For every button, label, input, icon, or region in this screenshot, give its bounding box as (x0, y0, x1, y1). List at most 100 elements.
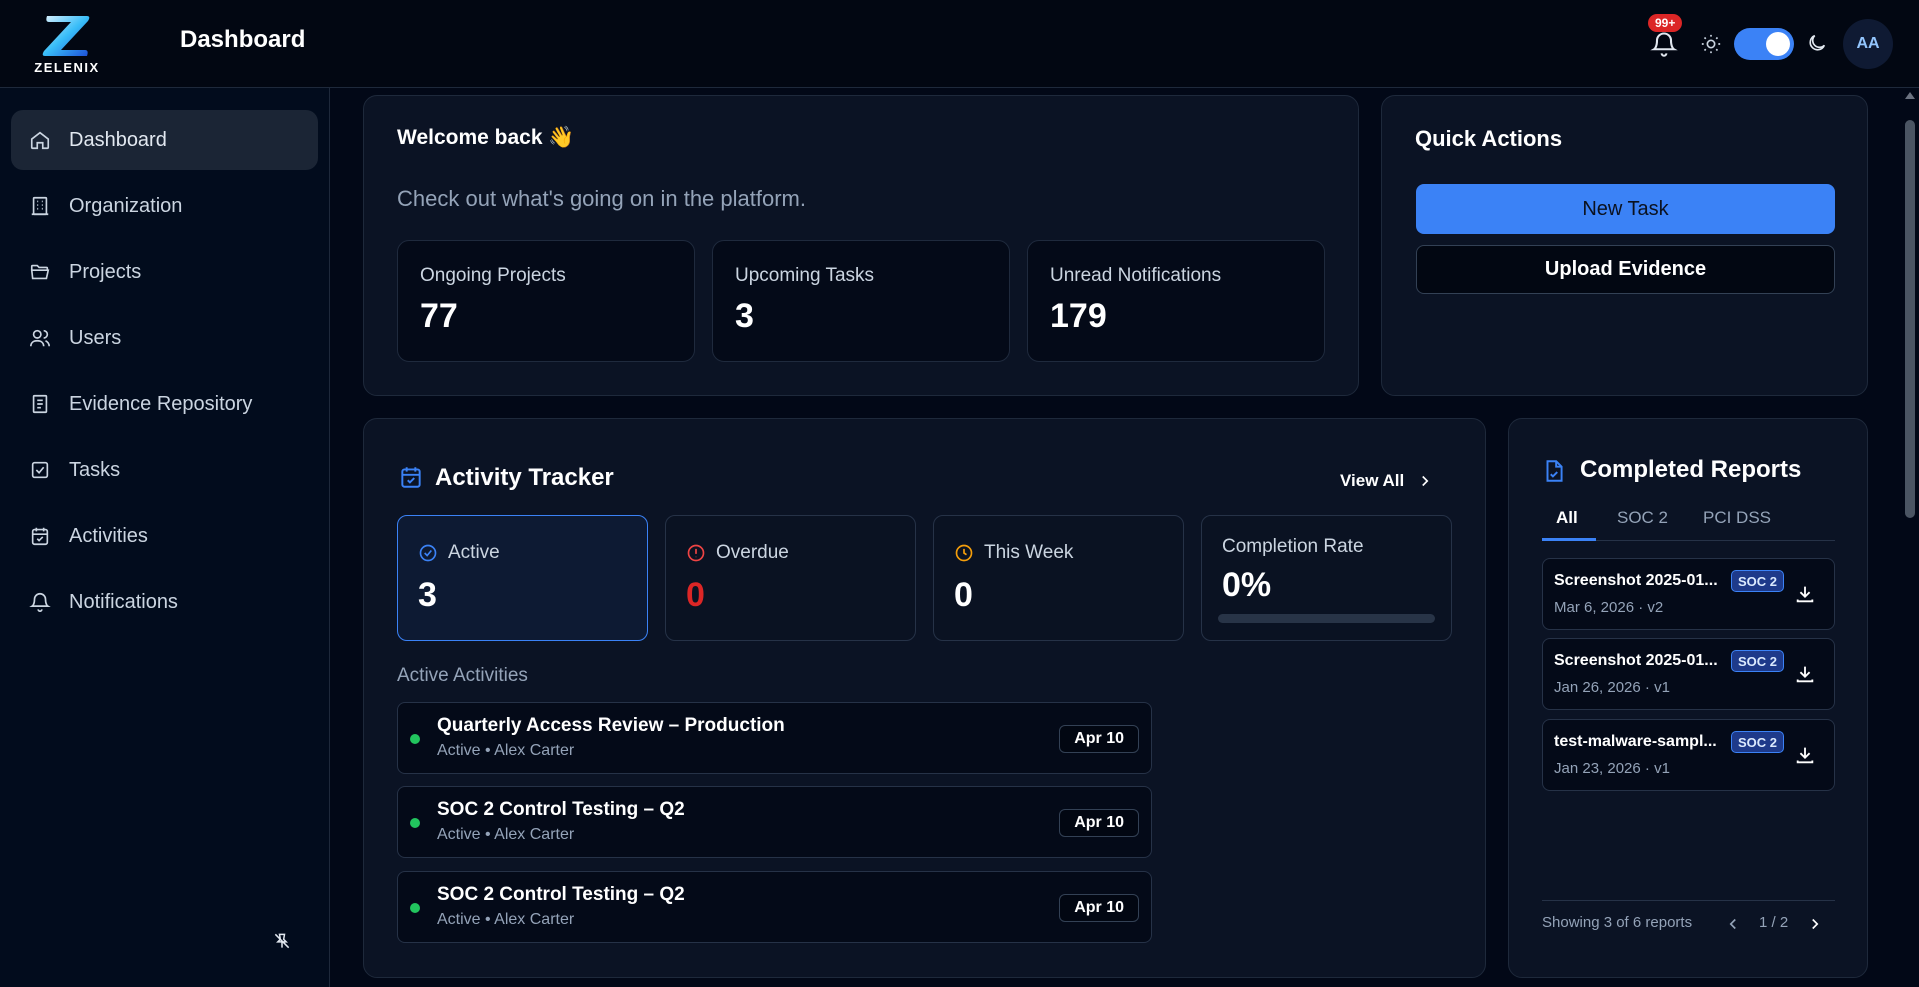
activity-stat-active[interactable]: Active 3 (397, 515, 648, 641)
act-stat-label: This Week (954, 542, 1073, 564)
act-stat-label-text: Overdue (716, 542, 789, 563)
activity-title: Quarterly Access Review – Production (437, 715, 785, 736)
report-title: Screenshot 2025-01... (1554, 652, 1718, 669)
stat-card-upcoming-tasks[interactable]: Upcoming Tasks 3 (712, 240, 1010, 362)
stat-value: 179 (1050, 297, 1107, 335)
file-text-icon (32, 394, 48, 414)
report-item[interactable]: Screenshot 2025-01... Jan 26, 2026 · v1 … (1542, 638, 1835, 710)
act-stat-label-text: Completion Rate (1222, 536, 1364, 557)
sidebar-item-label: Notifications (69, 590, 178, 613)
activity-date-badge: Apr 10 (1059, 809, 1139, 837)
activity-subtitle: Active • Alex Carter (437, 911, 575, 928)
sidebar-item-tasks[interactable]: Tasks (11, 440, 318, 500)
report-item[interactable]: test-malware-sampl... Jan 23, 2026 · v1 … (1542, 719, 1835, 791)
framework-badge: SOC 2 (1731, 731, 1785, 753)
act-stat-label-text: This Week (984, 542, 1074, 563)
page-title: Dashboard (180, 26, 306, 53)
notifications-bell-icon[interactable] (1650, 30, 1678, 58)
completion-progress-bar (1218, 614, 1435, 623)
report-meta: Jan 26, 2026 · v1 (1554, 679, 1670, 696)
activity-row[interactable]: Quarterly Access Review – Production Act… (397, 702, 1152, 774)
stat-card-ongoing-projects[interactable]: Ongoing Projects 77 (397, 240, 695, 362)
welcome-subtitle: Check out what's going on in the platfor… (397, 186, 806, 211)
calendar-check-icon (31, 527, 49, 546)
activity-row[interactable]: SOC 2 Control Testing – Q2 Active • Alex… (397, 871, 1152, 943)
activity-subtitle: Active • Alex Carter (437, 742, 575, 759)
act-stat-value: 3 (418, 576, 437, 614)
download-icon[interactable] (1794, 583, 1816, 605)
welcome-card: Welcome back 👋 Check out what's going on… (363, 95, 1359, 396)
activity-title: SOC 2 Control Testing – Q2 (437, 799, 685, 820)
act-stat-label-text: Active (448, 542, 500, 563)
stat-label: Upcoming Tasks (735, 265, 875, 286)
check-circle-icon (419, 544, 437, 562)
sidebar-item-users[interactable]: Users (11, 308, 318, 368)
sun-icon (1701, 34, 1721, 54)
sidebar-item-label: Evidence Repository (69, 392, 253, 415)
pagination-divider (1542, 900, 1835, 901)
tab-soc-2[interactable]: SOC 2 (1617, 508, 1668, 528)
bell-icon (29, 593, 51, 612)
logo-text: ZELENIX (34, 60, 100, 75)
scroll-up-arrow[interactable] (1905, 92, 1915, 99)
activity-stat-overdue[interactable]: Overdue 0 (665, 515, 916, 641)
tab-pci-dss[interactable]: PCI DSS (1703, 508, 1771, 528)
users-icon (30, 329, 50, 347)
report-meta: Mar 6, 2026 · v2 (1554, 599, 1664, 616)
sidebar-item-label: Activities (69, 524, 148, 547)
framework-badge: SOC 2 (1731, 570, 1785, 592)
completed-reports-title: Completed Reports (1580, 456, 1802, 483)
view-all-link[interactable]: View All (1340, 471, 1434, 491)
report-item[interactable]: Screenshot 2025-01... Mar 6, 2026 · v2 S… (1542, 558, 1835, 630)
scrollbar-thumb[interactable] (1905, 120, 1915, 518)
active-activities-label: Active Activities (397, 665, 528, 686)
stat-value: 77 (420, 297, 458, 335)
clock-icon (955, 544, 973, 562)
activity-subtitle: Active • Alex Carter (437, 826, 575, 843)
chevron-right-icon (1422, 475, 1429, 487)
sidebar-item-label: Projects (69, 260, 142, 283)
unpin-icon[interactable] (272, 931, 292, 951)
sidebar-item-label: Users (69, 326, 122, 349)
activity-stat-this-week[interactable]: This Week 0 (933, 515, 1184, 641)
app-logo[interactable]: ZELENIX (30, 12, 104, 75)
tab-all[interactable]: All (1556, 508, 1578, 528)
sidebar-item-activities[interactable]: Activities (11, 506, 318, 566)
sidebar-item-dashboard[interactable]: Dashboard (11, 110, 318, 170)
upload-evidence-button[interactable]: Upload Evidence (1416, 245, 1835, 294)
sidebar-item-evidence-repository[interactable]: Evidence Repository (11, 374, 318, 434)
act-stat-label: Overdue (686, 542, 789, 564)
sidebar: Dashboard Organization Projects Users Ev… (0, 88, 330, 987)
activity-date-badge: Apr 10 (1059, 894, 1139, 922)
file-check-icon (1546, 460, 1563, 482)
folder-icon (30, 264, 50, 280)
sidebar-item-notifications[interactable]: Notifications (11, 572, 318, 632)
report-meta: Jan 23, 2026 · v1 (1554, 760, 1670, 777)
sidebar-item-organization[interactable]: Organization (11, 176, 318, 236)
download-icon[interactable] (1794, 744, 1816, 766)
report-title: Screenshot 2025-01... (1554, 572, 1718, 589)
new-task-button[interactable]: New Task (1416, 184, 1835, 234)
activity-row[interactable]: SOC 2 Control Testing – Q2 Active • Alex… (397, 786, 1152, 858)
act-stat-value: 0 (954, 576, 973, 614)
logo-icon (42, 16, 90, 56)
moon-icon (1809, 34, 1826, 51)
home-icon (30, 131, 50, 150)
active-tab-indicator (1542, 538, 1596, 541)
stat-card-unread-notifications[interactable]: Unread Notifications 179 (1027, 240, 1325, 362)
chevron-right-icon[interactable] (1806, 915, 1824, 933)
sidebar-item-projects[interactable]: Projects (11, 242, 318, 302)
notification-count-badge: 99+ (1648, 14, 1683, 32)
activity-title: SOC 2 Control Testing – Q2 (437, 884, 685, 905)
act-stat-label: Completion Rate (1222, 536, 1364, 558)
status-dot (410, 734, 420, 744)
report-title: test-malware-sampl... (1554, 733, 1717, 750)
view-all-label: View All (1340, 471, 1405, 490)
theme-toggle[interactable] (1734, 28, 1794, 60)
sidebar-item-label: Tasks (69, 458, 121, 481)
chevron-left-icon[interactable] (1724, 915, 1742, 933)
user-avatar[interactable]: AA (1843, 19, 1893, 69)
reports-count-text: Showing 3 of 6 reports (1542, 914, 1693, 931)
download-icon[interactable] (1794, 663, 1816, 685)
activity-stat-completion-rate[interactable]: Completion Rate 0% (1201, 515, 1452, 641)
